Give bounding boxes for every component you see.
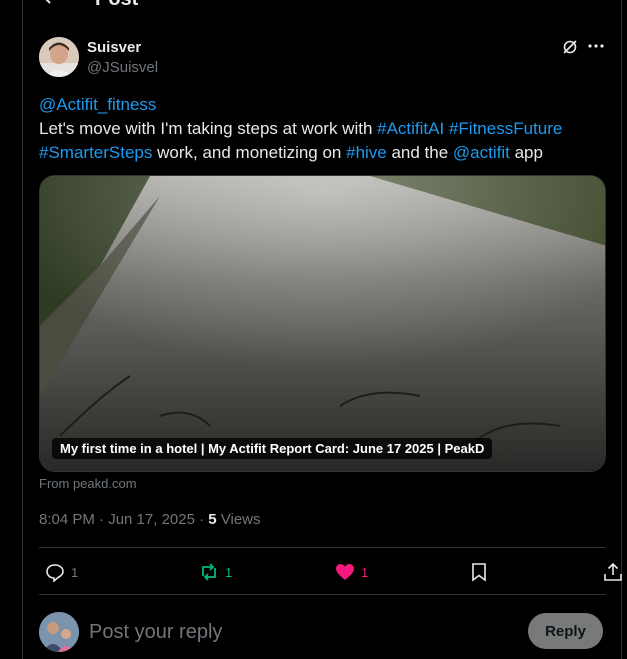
hashtag-link[interactable]: #hive: [346, 143, 387, 162]
bookmark-button[interactable]: [469, 560, 489, 584]
author-avatar[interactable]: [39, 37, 79, 77]
reply-button[interactable]: 1: [45, 560, 78, 584]
repost-count: 1: [225, 564, 233, 580]
card-source[interactable]: From peakd.com: [39, 476, 137, 491]
reply-count: 1: [71, 564, 79, 580]
card-title: My first time in a hotel | My Actifit Re…: [52, 438, 493, 459]
post-timestamp[interactable]: 8:04 PM · Jun 17, 2025 ·: [39, 511, 208, 528]
reply-input[interactable]: [89, 618, 509, 646]
user-avatar[interactable]: [39, 612, 79, 652]
reply-icon: [46, 564, 64, 582]
share-button[interactable]: [603, 560, 623, 584]
action-bar: 1 1 1: [39, 556, 622, 588]
divider: [39, 547, 606, 548]
author-name[interactable]: Suisver: [87, 39, 141, 56]
page-title: Post: [95, 0, 138, 11]
like-count: 1: [361, 564, 369, 580]
more-options-icon[interactable]: [587, 37, 605, 55]
views-count: 5: [208, 511, 217, 528]
views-label: Views: [216, 511, 261, 528]
hashtag-link[interactable]: #ActifitAI: [377, 119, 444, 138]
back-arrow-icon[interactable]: [41, 0, 55, 4]
post-detail-column: Post Suisver @JSuisvel @Actifit_fitness …: [22, 0, 622, 659]
hashtag-link[interactable]: #SmarterSteps: [39, 143, 152, 162]
post-text: @Actifit_fitness Let's move with I'm tak…: [39, 93, 609, 165]
mention-link[interactable]: @actifit: [453, 143, 510, 162]
text-segment: Let's move with I'm taking steps at work…: [39, 119, 378, 138]
heart-icon: [336, 564, 354, 580]
post-meta: 8:04 PM · Jun 17, 2025 · 5 Views: [39, 511, 261, 528]
grok-icon[interactable]: [562, 39, 578, 55]
link-card[interactable]: My first time in a hotel | My Actifit Re…: [39, 175, 606, 472]
mention-link[interactable]: @Actifit_fitness: [39, 95, 156, 114]
like-button[interactable]: 1: [335, 560, 368, 584]
repost-icon: [202, 563, 216, 581]
top-bar: Post: [23, 0, 623, 14]
bookmark-icon: [472, 563, 486, 582]
hashtag-link[interactable]: #FitnessFuture: [449, 119, 562, 138]
repost-button[interactable]: 1: [199, 560, 232, 584]
card-image: [40, 176, 605, 471]
divider: [39, 594, 606, 595]
text-segment: app: [509, 143, 543, 162]
author-handle[interactable]: @JSuisvel: [87, 59, 158, 76]
text-segment: work, and monetizing on: [152, 143, 347, 162]
share-icon: [604, 562, 622, 581]
text-segment: and the: [386, 143, 453, 162]
reply-submit-button[interactable]: Reply: [528, 613, 603, 649]
